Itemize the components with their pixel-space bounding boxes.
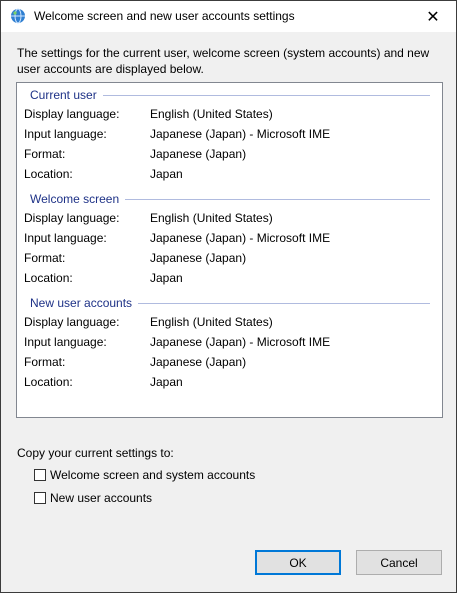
- close-icon: ✕: [426, 8, 440, 26]
- row-key: Display language:: [24, 211, 120, 225]
- row-value: Japanese (Japan): [150, 355, 247, 369]
- checkbox-label[interactable]: Welcome screen and system accounts: [50, 468, 255, 482]
- row-value: Japan: [150, 271, 183, 285]
- row-key: Location:: [24, 271, 73, 285]
- group-header-new-user-accounts: New user accounts: [30, 295, 430, 311]
- row-value: Japan: [150, 167, 183, 181]
- cancel-button[interactable]: Cancel: [356, 550, 442, 575]
- row-value: English (United States): [150, 315, 273, 329]
- title-bar[interactable]: Welcome screen and new user accounts set…: [1, 1, 456, 32]
- row-key: Display language:: [24, 107, 120, 121]
- row-key: Display language:: [24, 315, 120, 329]
- row-value: English (United States): [150, 211, 273, 225]
- row-value: Japanese (Japan): [150, 251, 247, 265]
- row-key: Format:: [24, 251, 66, 265]
- row-key: Location:: [24, 167, 73, 181]
- group-label: Current user: [30, 88, 97, 102]
- group-divider: [138, 302, 430, 304]
- row-key: Input language:: [24, 127, 107, 141]
- copy-to-new-users-checkbox[interactable]: New user accounts: [34, 490, 152, 506]
- group-label: Welcome screen: [30, 192, 120, 206]
- row-key: Input language:: [24, 231, 107, 245]
- settings-dialog: Welcome screen and new user accounts set…: [0, 0, 457, 593]
- row-value: English (United States): [150, 107, 273, 121]
- row-value: Japan: [150, 375, 183, 389]
- settings-panel: Current user Display language: English (…: [16, 82, 443, 418]
- group-label: New user accounts: [30, 296, 133, 310]
- checkbox-label[interactable]: New user accounts: [50, 491, 152, 505]
- globe-icon: [11, 8, 25, 24]
- copy-settings-label: Copy your current settings to:: [17, 446, 174, 460]
- row-key: Input language:: [24, 335, 107, 349]
- copy-to-welcome-screen-checkbox[interactable]: Welcome screen and system accounts: [34, 467, 255, 483]
- group-divider: [125, 198, 430, 200]
- row-value: Japanese (Japan) - Microsoft IME: [150, 231, 331, 245]
- row-key: Format:: [24, 355, 66, 369]
- checkbox-box[interactable]: [34, 492, 46, 504]
- row-key: Location:: [24, 375, 73, 389]
- row-value: Japanese (Japan) - Microsoft IME: [150, 335, 331, 349]
- close-button[interactable]: ✕: [410, 1, 456, 32]
- group-divider: [102, 94, 430, 96]
- ok-button[interactable]: OK: [255, 550, 341, 575]
- row-key: Format:: [24, 147, 66, 161]
- intro-text: The settings for the current user, welco…: [17, 46, 430, 76]
- window-title: Welcome screen and new user accounts set…: [34, 9, 295, 23]
- checkbox-box[interactable]: [34, 469, 46, 481]
- row-value: Japanese (Japan): [150, 147, 247, 161]
- row-value: Japanese (Japan) - Microsoft IME: [150, 127, 331, 141]
- group-header-current-user: Current user: [30, 87, 430, 103]
- group-header-welcome-screen: Welcome screen: [30, 191, 430, 207]
